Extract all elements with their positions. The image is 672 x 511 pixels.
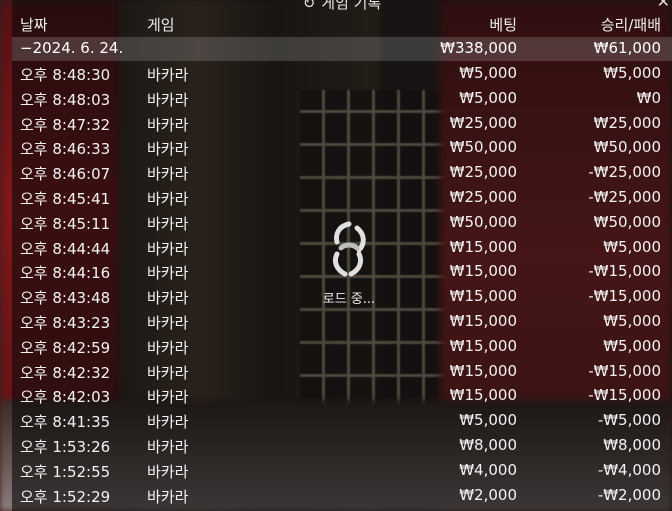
row-bet: ₩15,000 [449, 311, 517, 330]
row-bet: ₩15,000 [449, 386, 517, 405]
row-bet: ₩5,000 [459, 64, 517, 82]
header-date: 날짜 [20, 16, 48, 34]
table-row[interactable]: 오후 1:52:29 바카라 ₩2,000 -₩2,000 [12, 483, 672, 508]
row-time: 오후 8:43:48 [20, 289, 111, 308]
row-bet: ₩50,000 [449, 212, 517, 231]
row-game: 바카라 [147, 487, 189, 506]
row-time: 오후 8:42:32 [20, 363, 111, 382]
row-bet: ₩5,000 [459, 88, 517, 107]
row-game: 바카라 [147, 165, 189, 184]
table-row[interactable]: 오후 8:45:41 바카라 ₩25,000 -₩25,000 [12, 185, 672, 210]
spinner-icon [332, 221, 366, 277]
row-result: ₩5,000 [603, 311, 661, 330]
row-bet: ₩25,000 [449, 163, 517, 182]
row-result: -₩15,000 [588, 262, 661, 281]
table-row[interactable]: 오후 8:42:59 바카라 ₩15,000 ₩5,000 [12, 334, 672, 359]
row-time: 오후 8:44:16 [20, 264, 111, 283]
loading-label: 로드 중... [322, 292, 376, 307]
row-bet: ₩15,000 [449, 262, 517, 281]
row-bet: ₩50,000 [449, 138, 517, 157]
row-time: 오후 8:48:30 [20, 66, 111, 84]
table-row[interactable]: 오후 8:41:35 바카라 ₩5,000 -₩5,000 [12, 408, 672, 433]
row-game: 바카라 [147, 189, 189, 208]
row-result: -₩2,000 [597, 485, 661, 504]
group-bet-total: ₩338,000 [440, 39, 517, 57]
table-row[interactable]: 오후 8:48:30 바카라 ₩5,000 ₩5,000 [12, 61, 672, 86]
row-game: 바카라 [147, 437, 189, 456]
row-bet: ₩25,000 [449, 187, 517, 206]
row-bet: ₩15,000 [449, 287, 517, 306]
row-game: 바카라 [147, 66, 189, 84]
row-result: ₩0 [636, 88, 661, 107]
table-row[interactable]: 오후 1:53:26 바카라 ₩8,000 ₩8,000 [12, 433, 672, 458]
row-result: -₩25,000 [588, 163, 661, 182]
table-row[interactable]: 오후 8:47:32 바카라 ₩25,000 ₩25,000 [12, 111, 672, 136]
table-row[interactable]: 오후 8:46:33 바카라 ₩50,000 ₩50,000 [12, 135, 672, 160]
row-game: 바카라 [147, 313, 189, 332]
row-result: ₩5,000 [603, 336, 661, 355]
row-game: 바카라 [147, 462, 189, 481]
row-time: 오후 8:48:03 [20, 90, 111, 109]
row-result: ₩8,000 [603, 435, 661, 454]
table-header: 날짜 게임 베팅 승리/패배 [12, 10, 672, 36]
row-result: ₩5,000 [603, 64, 661, 82]
row-bet: ₩5,000 [459, 411, 517, 430]
row-game: 바카라 [147, 363, 189, 382]
row-game: 바카라 [147, 140, 189, 159]
row-time: 오후 8:44:44 [20, 239, 111, 258]
row-bet: ₩15,000 [449, 336, 517, 355]
group-date: −2024. 6. 24. [20, 39, 124, 57]
row-result: -₩5,000 [597, 411, 661, 430]
row-result: -₩15,000 [588, 287, 661, 306]
row-time: 오후 8:46:07 [20, 165, 111, 184]
row-result: ₩5,000 [603, 237, 661, 256]
table-row[interactable]: 오후 8:42:32 바카라 ₩15,000 -₩15,000 [12, 359, 672, 384]
row-bet: ₩2,000 [459, 485, 517, 504]
row-bet: ₩8,000 [459, 435, 517, 454]
row-result: ₩50,000 [593, 138, 661, 157]
row-bet: ₩25,000 [449, 113, 517, 132]
table-row[interactable]: 오후 1:52:55 바카라 ₩4,000 -₩4,000 [12, 458, 672, 483]
row-bet: ₩15,000 [449, 237, 517, 256]
table-row[interactable]: 오후 8:42:03 바카라 ₩15,000 -₩15,000 [12, 383, 672, 408]
table-row[interactable]: 오후 8:43:23 바카라 ₩15,000 ₩5,000 [12, 309, 672, 334]
table-row[interactable]: 오후 8:48:03 바카라 ₩5,000 ₩0 [12, 86, 672, 111]
row-time: 오후 1:52:55 [20, 462, 111, 481]
table-row[interactable]: 오후 8:46:07 바카라 ₩25,000 -₩25,000 [12, 160, 672, 185]
row-game: 바카라 [147, 239, 189, 258]
row-game: 바카라 [147, 413, 189, 432]
loading-indicator: 로드 중... [304, 220, 394, 307]
row-time: 오후 8:46:33 [20, 140, 111, 159]
row-result: -₩25,000 [588, 187, 661, 206]
row-time: 오후 1:53:26 [20, 437, 111, 456]
row-game: 바카라 [147, 388, 189, 407]
row-bet: ₩15,000 [449, 361, 517, 380]
row-time: 오후 1:52:29 [20, 487, 111, 506]
row-result: -₩15,000 [588, 361, 661, 380]
row-time: 오후 8:41:35 [20, 413, 111, 432]
row-result: -₩4,000 [597, 460, 661, 479]
header-bet: 베팅 [489, 16, 517, 34]
game-history-panel: ↻ 게임 기록 ✕ 날짜 게임 베팅 승리/패배 −2024. 6. 24. ₩3… [12, 0, 672, 511]
row-time: 오후 8:43:23 [20, 313, 111, 332]
row-game: 바카라 [147, 264, 189, 283]
date-group-row[interactable]: −2024. 6. 24. ₩338,000 ₩61,000 [12, 37, 672, 61]
row-result: -₩15,000 [588, 386, 661, 405]
row-game: 바카라 [147, 214, 189, 233]
row-game: 바카라 [147, 338, 189, 357]
group-result-total: ₩61,000 [593, 39, 661, 57]
row-time: 오후 8:42:03 [20, 388, 111, 407]
row-time: 오후 8:42:59 [20, 338, 111, 357]
header-result: 승리/패배 [600, 16, 661, 34]
row-result: ₩25,000 [593, 113, 661, 132]
row-time: 오후 8:45:11 [20, 214, 111, 233]
row-bet: ₩4,000 [459, 460, 517, 479]
row-time: 오후 8:45:41 [20, 189, 111, 208]
row-time: 오후 8:47:32 [20, 115, 111, 134]
row-result: ₩50,000 [593, 212, 661, 231]
header-game: 게임 [147, 16, 175, 34]
row-game: 바카라 [147, 115, 189, 134]
row-game: 바카라 [147, 289, 189, 308]
row-game: 바카라 [147, 90, 189, 109]
